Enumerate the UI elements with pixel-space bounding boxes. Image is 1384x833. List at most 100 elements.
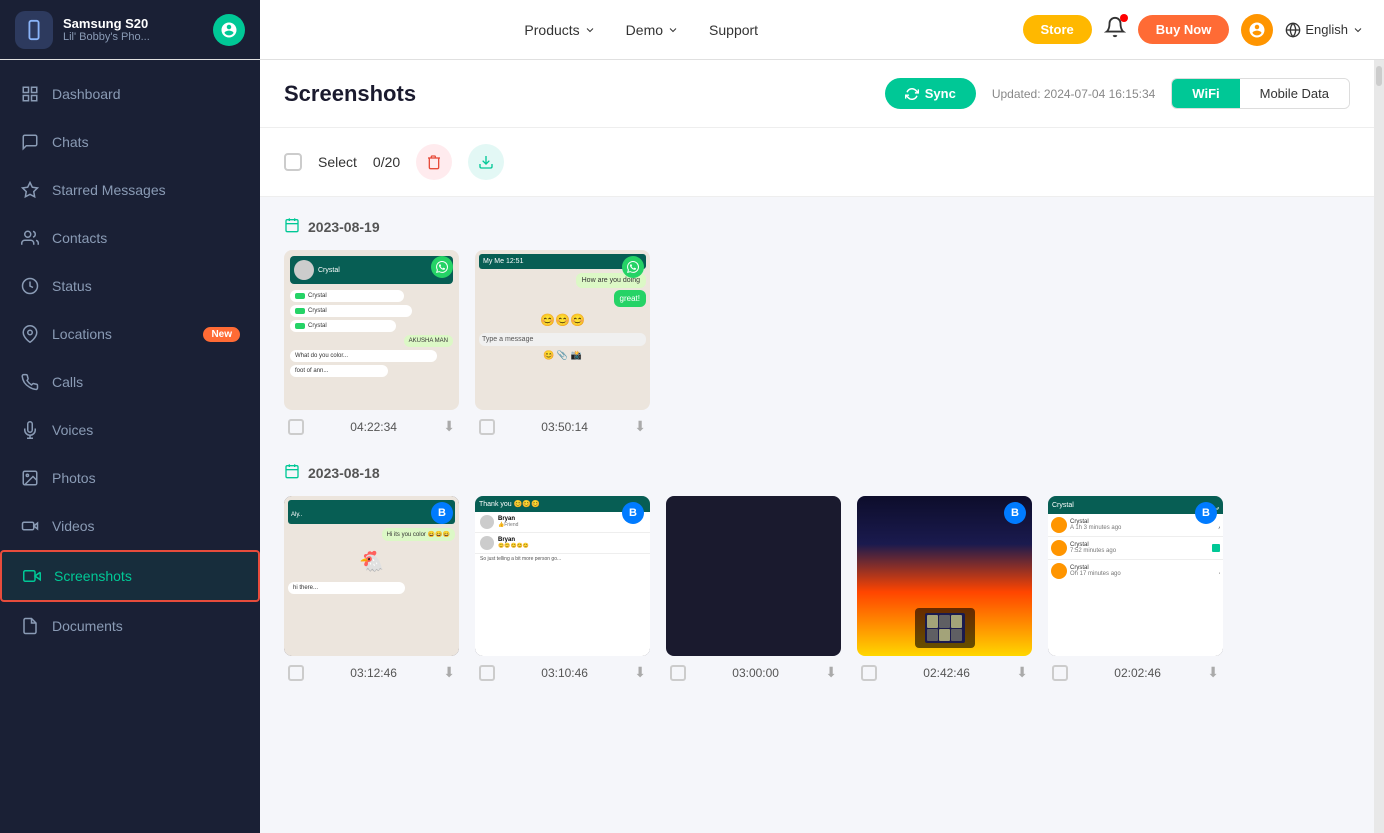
sidebar-item-locations[interactable]: Locations New [0,310,260,358]
screenshot-thumb-2: My Me 12:51 How are you doing great! 😊😊😊… [475,250,650,410]
screenshot-checkbox-7[interactable] [1052,665,1068,681]
nav-support[interactable]: Support [709,22,758,38]
select-all-checkbox[interactable] [284,153,302,171]
download-icon-2[interactable]: ⬇ [634,418,646,435]
download-icon-5[interactable]: ⬇ [825,664,837,681]
whatsapp-badge-6: B [1004,502,1026,524]
screenshots-grid-1: Crystal Crystal Crystal Crystal AKUSHA M… [284,250,1350,439]
sidebar-item-calls[interactable]: Calls [0,358,260,406]
download-icon-7[interactable]: ⬇ [1207,664,1219,681]
device-name: Samsung S20 [63,16,150,31]
sidebar-label-photos: Photos [52,470,240,486]
sidebar-label-contacts: Contacts [52,230,240,246]
locations-new-badge: New [203,327,240,342]
sidebar-label-calls: Calls [52,374,240,390]
calendar-icon-2 [284,463,300,482]
content-header: Screenshots Sync Updated: 2024-07-04 16:… [260,60,1374,128]
sidebar-item-contacts[interactable]: Contacts [0,214,260,262]
date-header-1: 2023-08-19 [284,217,1350,236]
sidebar-item-photos[interactable]: Photos [0,454,260,502]
download-icon-1[interactable]: ⬇ [443,418,455,435]
date-label-2: 2023-08-18 [308,465,380,481]
top-navigation: Samsung S20 Lil' Bobby's Pho... Products… [0,0,1384,60]
screenshot-checkbox-1[interactable] [288,419,304,435]
notifications-bell[interactable] [1104,16,1126,43]
calendar-icon-1 [284,217,300,236]
sidebar-label-starred: Starred Messages [52,182,240,198]
screenshot-checkbox-5[interactable] [670,665,686,681]
sidebar-item-screenshots[interactable]: Screenshots [0,550,260,602]
screenshots-content: 2023-08-19 Crystal Cry [260,197,1374,729]
screenshot-footer-1: 04:22:34 ⬇ [284,410,459,439]
download-icon-3[interactable]: ⬇ [443,664,455,681]
list-item: Crystal CrystalA 1h 3 minutes ago [1048,496,1223,685]
language-selector[interactable]: English [1285,22,1364,38]
scrollbar-thumb[interactable] [1376,66,1382,86]
screenshot-footer-5: 03:00:00 ⬇ [666,656,841,685]
sidebar-item-dashboard[interactable]: Dashboard [0,70,260,118]
brand-section: Samsung S20 Lil' Bobby's Pho... [0,0,260,59]
date-header-2: 2023-08-18 [284,463,1350,482]
select-label: Select [318,154,357,170]
updated-timestamp: Updated: 2024-07-04 16:15:34 [992,87,1155,101]
screenshot-checkbox-6[interactable] [861,665,877,681]
screenshot-time-5: 03:00:00 [732,666,779,680]
screenshot-thumb-5 [666,496,841,656]
screenshot-time-1: 04:22:34 [350,420,397,434]
mobile-data-button[interactable]: Mobile Data [1240,79,1349,108]
screenshot-thumb-7: Crystal CrystalA 1h 3 minutes ago [1048,496,1223,656]
download-icon-4[interactable]: ⬇ [634,664,646,681]
date-label-1: 2023-08-19 [308,219,380,235]
sidebar-item-documents[interactable]: Documents [0,602,260,650]
screenshots-grid-2: Aly.. Hi its you color 😄😄😄 🐔 hi there...… [284,496,1350,685]
device-sub: Lil' Bobby's Pho... [63,31,150,43]
sidebar-label-voices: Voices [52,422,240,438]
sidebar-label-dashboard: Dashboard [52,86,240,102]
whatsapp-badge-2 [622,256,644,278]
sidebar-item-chats[interactable]: Chats [0,118,260,166]
whatsapp-badge-7: B [1195,502,1217,524]
screenshot-time-4: 03:10:46 [541,666,588,680]
header-actions: Sync Updated: 2024-07-04 16:15:34 WiFi M… [885,78,1350,109]
scrollbar-track [1374,60,1384,833]
delete-button[interactable] [416,144,452,180]
date-section-2023-08-19: 2023-08-19 Crystal Cry [284,217,1350,439]
sync-button[interactable]: Sync [885,78,976,109]
store-button[interactable]: Store [1023,15,1092,44]
sidebar-item-status[interactable]: Status [0,262,260,310]
screenshot-thumb-6: B [857,496,1032,656]
screenshot-time-6: 02:42:46 [923,666,970,680]
list-item: My Me 12:51 How are you doing great! 😊😊😊… [475,250,650,439]
sidebar-item-voices[interactable]: Voices [0,406,260,454]
screenshot-checkbox-3[interactable] [288,665,304,681]
sidebar: Dashboard Chats Starred Messages Contact… [0,60,260,833]
download-icon-6[interactable]: ⬇ [1016,664,1028,681]
screenshot-checkbox-4[interactable] [479,665,495,681]
list-item: B 02:42:46 ⬇ [857,496,1032,685]
download-all-button[interactable] [468,144,504,180]
sidebar-label-chats: Chats [52,134,240,150]
content-area: Screenshots Sync Updated: 2024-07-04 16:… [260,60,1374,833]
photos-icon [20,468,40,488]
screenshots-icon [22,566,42,586]
nav-demo[interactable]: Demo [626,22,679,38]
screenshot-thumb-3: Aly.. Hi its you color 😄😄😄 🐔 hi there...… [284,496,459,656]
wifi-button[interactable]: WiFi [1172,79,1239,108]
dashboard-icon [20,84,40,104]
screenshot-footer-2: 03:50:14 ⬇ [475,410,650,439]
buy-now-button[interactable]: Buy Now [1138,15,1230,44]
screenshot-footer-4: 03:10:46 ⬇ [475,656,650,685]
list-item: 03:00:00 ⬇ [666,496,841,685]
screenshot-footer-3: 03:12:46 ⬇ [284,656,459,685]
contacts-icon [20,228,40,248]
documents-icon [20,616,40,636]
calls-icon [20,372,40,392]
screenshots-scrollable[interactable]: 2023-08-19 Crystal Cry [260,197,1374,833]
user-avatar[interactable] [1241,14,1273,46]
sidebar-item-starred[interactable]: Starred Messages [0,166,260,214]
nav-products[interactable]: Products [524,22,595,38]
sidebar-item-videos[interactable]: Videos [0,502,260,550]
screenshot-footer-6: 02:42:46 ⬇ [857,656,1032,685]
sidebar-label-screenshots: Screenshots [54,568,238,584]
screenshot-checkbox-2[interactable] [479,419,495,435]
